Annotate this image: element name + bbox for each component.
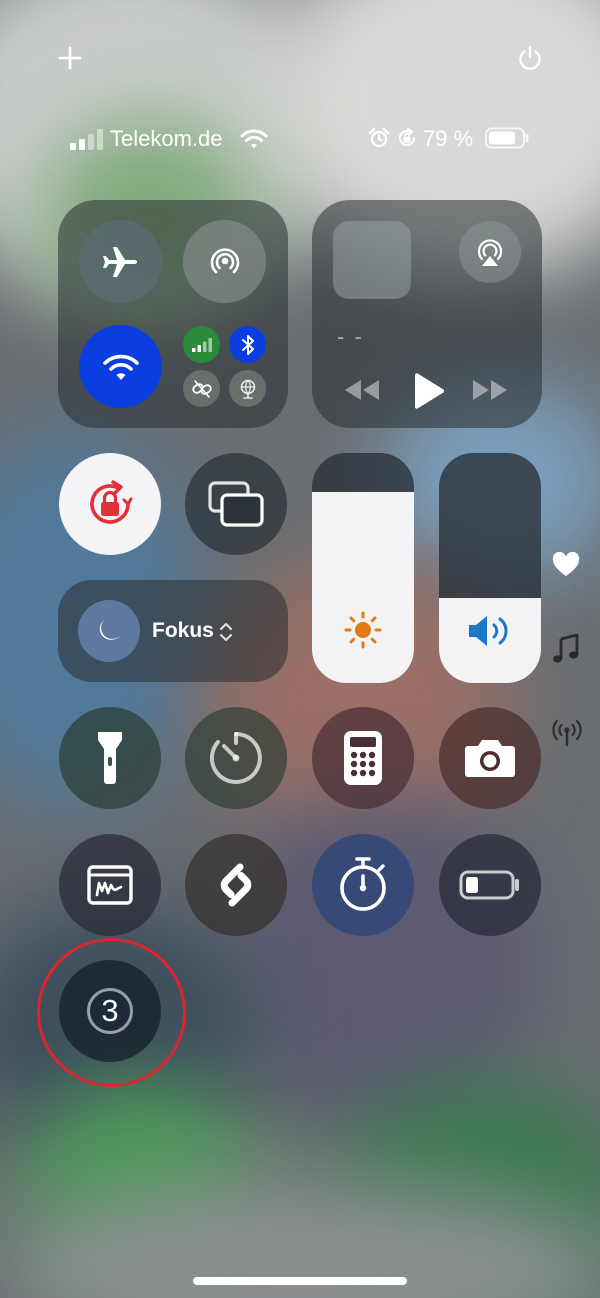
music-recognition-button[interactable] xyxy=(185,834,287,936)
airdrop-toggle[interactable] xyxy=(183,220,266,303)
volume-slider[interactable] xyxy=(439,453,541,683)
power-icon xyxy=(519,45,541,70)
camera-icon xyxy=(465,740,515,777)
screen-mirroring-icon xyxy=(208,481,264,527)
heart-icon xyxy=(552,551,580,576)
shazam-icon xyxy=(220,863,252,907)
play-icon xyxy=(415,373,444,409)
calculator-button[interactable] xyxy=(312,707,414,809)
highlight-circle xyxy=(37,938,186,1087)
music-note-icon xyxy=(553,633,579,663)
orientation-lock-toggle[interactable] xyxy=(59,453,161,555)
airplane-icon xyxy=(102,246,137,277)
carrier-name: Telekom.de xyxy=(110,126,223,151)
battery-percentage: 79 % xyxy=(423,126,474,151)
brightness-sun-icon xyxy=(344,611,382,649)
battery-icon xyxy=(485,127,531,154)
camera-button[interactable] xyxy=(439,707,541,809)
timer-icon xyxy=(209,732,262,784)
music-page-indicator[interactable] xyxy=(552,633,580,669)
stopwatch-icon xyxy=(340,857,386,911)
home-indicator[interactable] xyxy=(193,1277,407,1285)
signature-icon xyxy=(87,865,133,905)
airplane-mode-toggle[interactable] xyxy=(79,220,162,303)
airplay-button[interactable] xyxy=(459,221,521,283)
wifi-toggle[interactable] xyxy=(79,325,162,408)
low-power-mode-button[interactable] xyxy=(439,834,541,936)
personal-hotspot-toggle[interactable] xyxy=(183,370,220,407)
now-playing-title: - - xyxy=(337,324,364,349)
airplay-audio-icon xyxy=(477,239,503,266)
low-battery-icon xyxy=(459,870,519,900)
satellite-toggle[interactable] xyxy=(229,370,266,407)
stopwatch-button[interactable] xyxy=(312,834,414,936)
play-button[interactable] xyxy=(410,372,446,415)
signal-strength-icon xyxy=(70,128,104,155)
alarm-clock-icon xyxy=(368,127,390,154)
album-artwork xyxy=(333,221,411,299)
fast-forward-icon xyxy=(473,380,507,400)
orientation-lock-status-icon xyxy=(396,127,418,154)
flashlight-icon xyxy=(98,732,122,784)
wifi-icon xyxy=(102,354,139,380)
connectivity-page-indicator[interactable] xyxy=(552,719,582,752)
add-button[interactable] xyxy=(56,44,84,72)
timer-button[interactable] xyxy=(185,707,287,809)
brightness-slider[interactable] xyxy=(312,453,414,683)
orientation-lock-icon xyxy=(90,480,133,524)
bluetooth-icon xyxy=(241,334,254,355)
link-icon xyxy=(191,379,212,398)
bluetooth-toggle[interactable] xyxy=(229,326,266,363)
fast-forward-button[interactable] xyxy=(471,378,509,407)
brightness-slider-fill xyxy=(312,492,414,683)
antenna-icon xyxy=(552,719,582,747)
speaker-volume-icon xyxy=(469,616,508,646)
screen-mirroring-toggle[interactable] xyxy=(185,453,287,555)
rewind-button[interactable] xyxy=(343,378,381,407)
favorites-page-indicator[interactable] xyxy=(552,551,580,583)
cellular-signal-icon xyxy=(191,337,212,352)
globe-icon xyxy=(240,379,255,399)
cellular-data-toggle[interactable] xyxy=(183,326,220,363)
plus-icon xyxy=(58,46,82,70)
calculator-icon xyxy=(344,731,382,785)
rewind-icon xyxy=(345,380,379,400)
chevron-up-down-icon xyxy=(219,621,233,648)
flashlight-button[interactable] xyxy=(59,707,161,809)
airdrop-icon xyxy=(210,247,239,273)
moon-icon xyxy=(99,619,121,640)
focus-label: Fokus xyxy=(152,619,214,642)
wifi-status-icon xyxy=(240,128,268,155)
power-button[interactable] xyxy=(516,44,544,72)
focus-moon-button[interactable] xyxy=(78,600,140,662)
markup-button[interactable] xyxy=(59,834,161,936)
